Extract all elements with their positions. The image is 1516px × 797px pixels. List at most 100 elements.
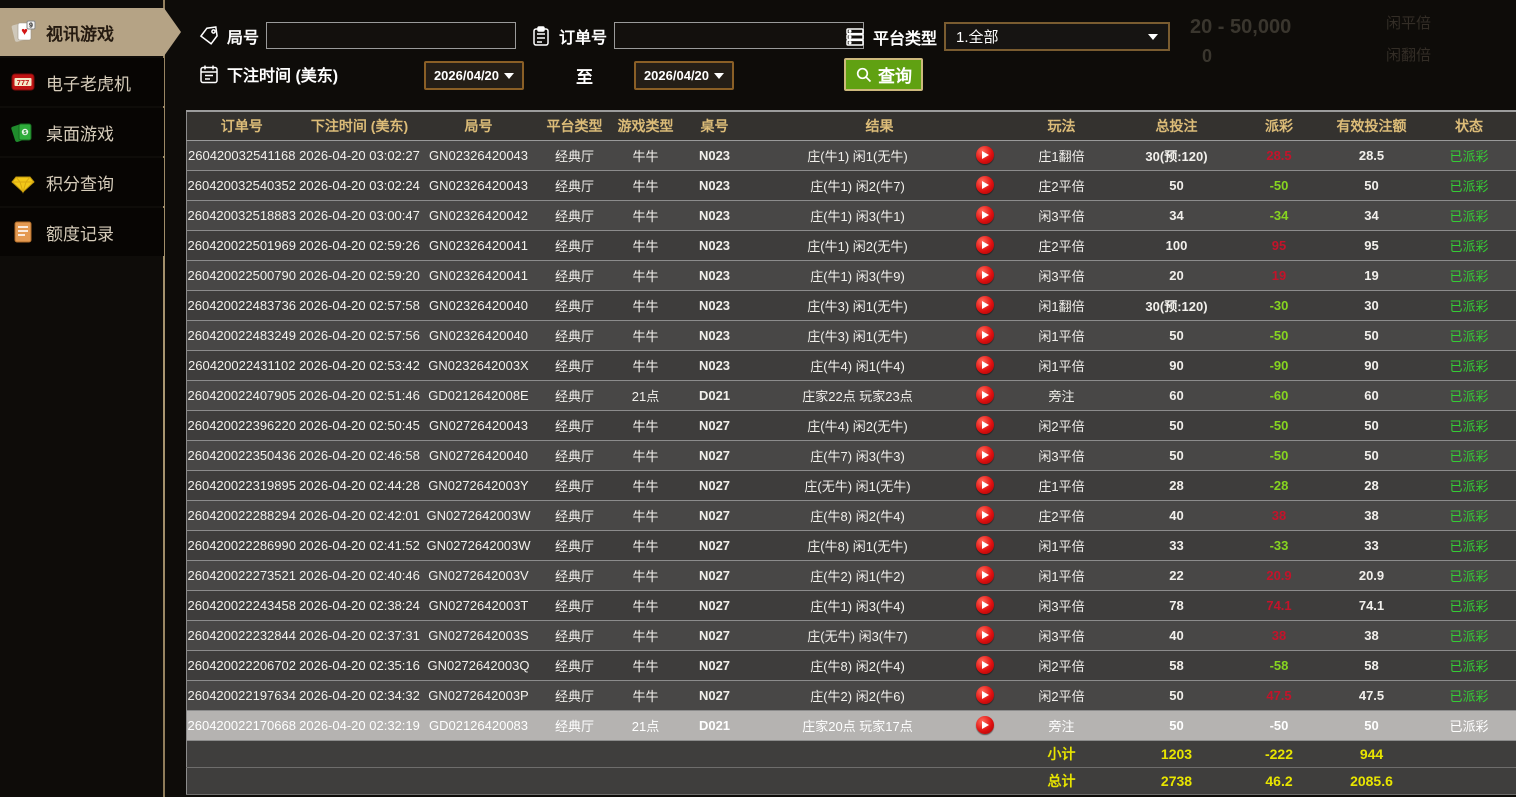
replay-button[interactable] (976, 206, 994, 224)
cell-game-type: 21点 (615, 380, 677, 410)
table-row[interactable]: 2604200325188832026-04-20 03:00:47GN0232… (187, 200, 1516, 230)
cell-play-type: 闲3平倍 (1007, 200, 1117, 230)
cell-game-type: 牛牛 (615, 470, 677, 500)
table-row[interactable]: 2604200325411682026-04-20 03:02:27GN0232… (187, 140, 1516, 170)
cell-game-no: GN0272642003P (423, 680, 535, 710)
table-row[interactable]: 2604200222328442026-04-20 02:37:31GN0272… (187, 620, 1516, 650)
replay-button[interactable] (976, 596, 994, 614)
cell-valid-bet: 60 (1322, 380, 1422, 410)
platform-type-value: 1.全部 (956, 26, 999, 47)
cell-play-type: 闲1翻倍 (1007, 290, 1117, 320)
search-button[interactable]: 查询 (844, 58, 923, 91)
replay-button[interactable] (976, 236, 994, 254)
sidebar-item-slots[interactable]: 777 电子老虎机 (0, 58, 164, 106)
order-no-input[interactable] (614, 22, 864, 49)
cell-payout: -60 (1237, 380, 1322, 410)
cell-bet-time: 2026-04-20 02:57:56 (297, 320, 423, 350)
cell-replay (963, 500, 1007, 530)
table-row[interactable]: 2604200224837362026-04-20 02:57:58GN0232… (187, 290, 1516, 320)
cell-total-bet: 50 (1117, 440, 1237, 470)
table-row[interactable]: 2604200223198952026-04-20 02:44:28GN0272… (187, 470, 1516, 500)
table-row[interactable]: 2604200224832492026-04-20 02:57:56GN0232… (187, 320, 1516, 350)
table-games-icon: $ (10, 119, 36, 145)
sidebar-item-video-games[interactable]: ♥ 9 视讯游戏 (0, 8, 181, 56)
cell-table-no: N023 (677, 200, 753, 230)
records-panel: 局号 订单号 (186, 0, 1516, 795)
date-from-picker[interactable]: 2026/04/20 (424, 61, 524, 90)
column-header: 有效投注额 (1322, 111, 1422, 140)
replay-button[interactable] (976, 506, 994, 524)
table-row[interactable]: 2604200225007902026-04-20 02:59:20GN0232… (187, 260, 1516, 290)
replay-button[interactable] (976, 446, 994, 464)
replay-button[interactable] (976, 716, 994, 734)
table-row[interactable]: 2604200222869902026-04-20 02:41:52GN0272… (187, 530, 1516, 560)
cell-result: 庄(牛3) 闲1(无牛) (753, 320, 963, 350)
replay-button[interactable] (976, 356, 994, 374)
replay-button[interactable] (976, 626, 994, 644)
table-row[interactable]: 2604200225019692026-04-20 02:59:26GN0232… (187, 230, 1516, 260)
replay-button[interactable] (976, 266, 994, 284)
play-icon (982, 181, 989, 189)
cell-total-bet: 30(预:120) (1117, 290, 1237, 320)
replay-button[interactable] (976, 476, 994, 494)
cell-result: 庄(牛1) 闲2(牛7) (753, 170, 963, 200)
cell-table-no: N027 (677, 620, 753, 650)
cell-total-bet: 28 (1117, 470, 1237, 500)
replay-button[interactable] (976, 146, 994, 164)
column-header: 平台类型 (535, 111, 615, 140)
replay-button[interactable] (976, 566, 994, 584)
cell-game-no: GN02326420040 (423, 290, 535, 320)
cell-bet-time: 2026-04-20 02:40:46 (297, 560, 423, 590)
cell-total-bet: 100 (1117, 230, 1237, 260)
date-to-picker[interactable]: 2026/04/20 (634, 61, 734, 90)
table-row[interactable]: 2604200222735212026-04-20 02:40:46GN0272… (187, 560, 1516, 590)
cell-valid-bet: 47.5 (1322, 680, 1422, 710)
cell-platform: 经典厅 (535, 260, 615, 290)
platform-type-select[interactable]: 1.全部 (944, 22, 1170, 51)
replay-button[interactable] (976, 656, 994, 674)
table-row[interactable]: 2604200221706682026-04-20 02:32:19GD0212… (187, 710, 1516, 740)
cell-platform: 经典厅 (535, 590, 615, 620)
replay-button[interactable] (976, 176, 994, 194)
cell-total-bet: 22 (1117, 560, 1237, 590)
cell-bet-time: 2026-04-20 02:42:01 (297, 500, 423, 530)
cell-status: 已派彩 (1422, 560, 1516, 590)
cell-replay (963, 530, 1007, 560)
cell-platform: 经典厅 (535, 140, 615, 170)
table-row[interactable]: 2604200223962202026-04-20 02:50:45GN0272… (187, 410, 1516, 440)
cell-bet-time: 2026-04-20 02:44:28 (297, 470, 423, 500)
cell-platform: 经典厅 (535, 440, 615, 470)
replay-button[interactable] (976, 686, 994, 704)
sidebar-item-points-query[interactable]: 积分查询 (0, 158, 164, 206)
round-no-input[interactable] (266, 22, 516, 49)
table-row[interactable]: 2604200222434582026-04-20 02:38:24GN0272… (187, 590, 1516, 620)
replay-button[interactable] (976, 536, 994, 554)
table-row[interactable]: 2604200224079052026-04-20 02:51:46GD0212… (187, 380, 1516, 410)
cell-game-no: GD02126420083 (423, 710, 535, 740)
cell-order-no: 260420022501969 (187, 230, 297, 260)
cell-game-type: 牛牛 (615, 320, 677, 350)
cell-result: 庄(牛2) 闲1(牛2) (753, 560, 963, 590)
replay-button[interactable] (976, 386, 994, 404)
cell-game-type: 牛牛 (615, 560, 677, 590)
sidebar-item-credit-record[interactable]: 额度记录 (0, 208, 164, 256)
replay-button[interactable] (976, 416, 994, 434)
table-row[interactable]: 2604200325403522026-04-20 03:02:24GN0232… (187, 170, 1516, 200)
sidebar-item-table-games[interactable]: $ 桌面游戏 (0, 108, 164, 156)
bet-time-label: 下注时间 (美东) (227, 62, 338, 86)
cell-game-no: GN02326420043 (423, 170, 535, 200)
table-row[interactable]: 2604200222882942026-04-20 02:42:01GN0272… (187, 500, 1516, 530)
play-icon (982, 151, 989, 159)
table-row[interactable]: 2604200222067022026-04-20 02:35:16GN0272… (187, 650, 1516, 680)
cell-platform: 经典厅 (535, 410, 615, 440)
cell-bet-time: 2026-04-20 02:35:16 (297, 650, 423, 680)
cell-valid-bet: 95 (1322, 230, 1422, 260)
table-row[interactable]: 2604200223504362026-04-20 02:46:58GN0272… (187, 440, 1516, 470)
table-row[interactable]: 2604200224311022026-04-20 02:53:42GN0232… (187, 350, 1516, 380)
cell-status: 已派彩 (1422, 470, 1516, 500)
cell-total-bet: 50 (1117, 170, 1237, 200)
cell-payout: 28.5 (1237, 140, 1322, 170)
replay-button[interactable] (976, 296, 994, 314)
replay-button[interactable] (976, 326, 994, 344)
table-row[interactable]: 2604200221976342026-04-20 02:34:32GN0272… (187, 680, 1516, 710)
